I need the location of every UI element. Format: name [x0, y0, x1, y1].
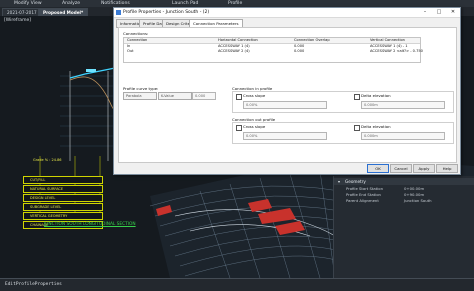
dialog-title: Profile Properties - Junction South - (2…	[123, 10, 210, 15]
ribbon-item-analyze[interactable]: Analyze	[62, 0, 80, 7]
column-header: Connection Overlap	[294, 38, 330, 42]
ribbon-item-modify-view[interactable]: Modify View	[14, 0, 42, 7]
cancel-button[interactable]: Cancel	[390, 164, 412, 173]
geometry-row-value[interactable]: Junction South	[404, 198, 432, 204]
profile-band-label: VERTICAL GEOMETRY	[30, 214, 68, 218]
grade-label: Grade % : 24.86	[33, 158, 62, 162]
profile-band-row: DESIGN LEVEL	[23, 194, 103, 202]
app-icon	[116, 10, 121, 15]
geometry-row-label: Parent Alignment	[346, 198, 379, 203]
delta-elev-out-label: Delta elevation	[361, 124, 391, 129]
curve-type-select[interactable]: Parabola	[123, 92, 157, 100]
profile-band-label: SUBGRADE LEVEL	[30, 205, 62, 209]
grid-cell[interactable]: 0.000	[294, 49, 304, 54]
column-header: Connection	[127, 38, 148, 42]
profile-band-row: VERTICAL GEOMETRY	[23, 212, 103, 220]
ribbon-item-notifications[interactable]: Notifications	[101, 0, 130, 7]
cross-slope-out-label: Cross slope	[243, 124, 266, 129]
dialog-titlebar[interactable]: Profile Properties - Junction South - (2…	[114, 8, 460, 18]
grid-cell[interactable]: ACCESSWAY 2 (4)	[218, 49, 250, 54]
cross-slope-in-checkbox[interactable]	[236, 94, 242, 100]
ribbon-item-profile[interactable]: Profile	[228, 0, 242, 7]
delta-elev-out-field[interactable]: 0.000m	[361, 132, 445, 140]
ok-button[interactable]: OK	[367, 164, 389, 173]
connection-parameters-panel: Connections: Connection Horizontal Conne…	[118, 27, 457, 163]
profile-properties-dialog: Profile Properties - Junction South - (2…	[113, 7, 461, 175]
section-title: JUNCTION SOUTH LONGITUDINAL SECTION	[44, 222, 136, 227]
profile-band-label: DESIGN LEVEL	[30, 196, 56, 200]
curve-type-label: Profile curve type:	[123, 86, 159, 91]
profile-band-label: NATURAL SURFACE	[30, 187, 64, 191]
connections-grid: Connection Horizontal Connection Connect…	[123, 37, 423, 63]
ribbon-item-launch-pad[interactable]: Launch Pad	[172, 0, 198, 7]
cross-slope-out-checkbox[interactable]	[236, 125, 242, 131]
command-line[interactable]: EditProfileProperties	[0, 278, 474, 291]
delta-elev-in-checkbox[interactable]	[354, 94, 360, 100]
profile-band-label: CUT/FILL	[30, 178, 46, 182]
profile-band-row: NATURAL SURFACE	[23, 185, 103, 193]
minimize-icon[interactable]: –	[418, 8, 432, 17]
column-header: Horizontal Connection	[218, 38, 258, 42]
cross-slope-in-field[interactable]: 0.00%	[243, 101, 327, 109]
profile-band-table: CUT/FILL NATURAL SURFACE DESIGN LEVEL SU…	[23, 176, 103, 229]
grid-cell[interactable]: ACCESSWAY 2 <alt?> - 0.750	[370, 49, 423, 54]
connections-label: Connections:	[123, 31, 149, 36]
cross-slope-in-label: Cross slope	[243, 93, 266, 98]
conn-out-group: Cross slope 0.00% Delta elevation 0.000m	[232, 122, 454, 144]
curve-mode-select[interactable]: K-Value	[158, 92, 192, 100]
column-header: Vertical Connection	[370, 38, 405, 42]
geometry-header[interactable]: ▾ Geometry	[334, 178, 474, 185]
delta-elev-in-field[interactable]: 0.000m	[361, 101, 445, 109]
help-button[interactable]: Help	[436, 164, 458, 173]
geometry-panel: ▾ Geometry Profile Start Station 0+00.00…	[333, 176, 474, 278]
conn-in-group: Cross slope 0.00% Delta elevation 0.000m	[232, 91, 454, 113]
cross-slope-out-field[interactable]: 0.00%	[243, 132, 327, 140]
geometry-header-label: Geometry	[345, 179, 366, 184]
delta-elev-in-label: Delta elevation	[361, 93, 391, 98]
delta-elev-out-checkbox[interactable]	[354, 125, 360, 131]
profile-band-row: CUT/FILL	[23, 176, 103, 184]
curve-value-field[interactable]: 0.000	[192, 92, 216, 100]
command-line-text: EditProfileProperties	[5, 282, 62, 287]
grid-cell[interactable]: Out	[127, 49, 134, 54]
maximize-icon[interactable]: □	[432, 8, 446, 17]
collapse-icon[interactable]: ▾	[338, 178, 340, 185]
profile-band-row: SUBGRADE LEVEL	[23, 203, 103, 211]
apply-button[interactable]: Apply	[413, 164, 435, 173]
close-icon[interactable]: ✕	[446, 8, 460, 17]
